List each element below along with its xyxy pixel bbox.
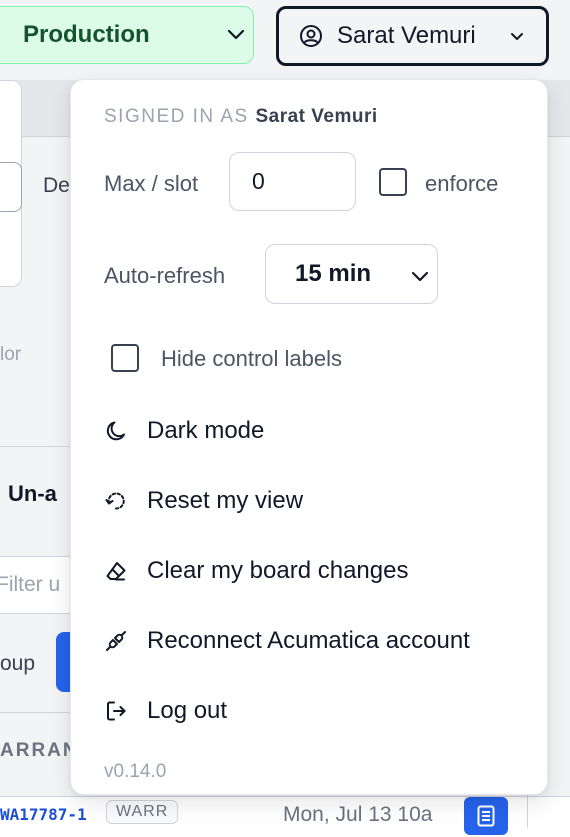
user-name: Sarat Vemuri xyxy=(337,22,476,49)
user-dropdown-menu: SIGNED IN AS Sarat Vemuri Max / slot enf… xyxy=(70,79,548,795)
enforce-label: enforce xyxy=(425,171,499,196)
order-id-link[interactable]: WA17787-1 xyxy=(0,805,87,824)
auto-refresh-value: 15 min xyxy=(295,260,372,287)
auto-refresh-label: Auto-refresh xyxy=(104,263,226,288)
reset-view-icon xyxy=(103,488,129,514)
reset-view-item[interactable]: Reset my view xyxy=(91,476,531,526)
reconnect-acumatica-label: Reconnect Acumatica account xyxy=(147,627,470,654)
background-group-label: oup xyxy=(0,652,36,675)
hide-labels-checkbox[interactable] xyxy=(111,344,139,372)
background-input[interactable] xyxy=(0,162,22,212)
eraser-icon xyxy=(103,558,129,584)
environment-select[interactable]: Production xyxy=(0,6,254,64)
background-label-color: lor xyxy=(0,344,22,365)
auto-refresh-select[interactable]: 15 min xyxy=(265,244,438,304)
document-icon xyxy=(477,805,495,827)
row-date: Mon, Jul 13 10a xyxy=(283,803,433,826)
clear-board-changes-label: Clear my board changes xyxy=(147,557,409,584)
status-badge: WARR xyxy=(106,800,179,824)
log-out-item[interactable]: Log out xyxy=(91,686,531,736)
background-section-heading: ARRAN xyxy=(0,740,79,761)
background-label-de: De xyxy=(43,174,70,197)
user-circle-icon xyxy=(300,25,322,47)
app-version: v0.14.0 xyxy=(104,761,167,782)
enforce-checkbox[interactable] xyxy=(379,168,407,196)
moon-icon xyxy=(103,418,129,444)
signed-in-prefix: SIGNED IN AS xyxy=(104,106,249,127)
environment-label: Production xyxy=(23,21,150,48)
chevron-down-icon xyxy=(411,271,429,282)
max-slot-input[interactable] xyxy=(229,152,356,211)
chevron-down-icon xyxy=(511,33,523,40)
background-filter-placeholder: Filter u xyxy=(0,573,61,596)
logout-icon xyxy=(103,698,129,724)
reset-view-label: Reset my view xyxy=(147,487,304,514)
signed-in-user: Sarat Vemuri xyxy=(255,106,378,127)
hide-labels-label: Hide control labels xyxy=(161,346,342,371)
background-divider xyxy=(0,446,70,447)
clear-board-changes-item[interactable]: Clear my board changes xyxy=(91,546,531,596)
reconnect-acumatica-item[interactable]: Reconnect Acumatica account xyxy=(91,616,531,666)
max-slot-label: Max / slot xyxy=(104,171,199,196)
plug-icon xyxy=(103,628,129,654)
dark-mode-label: Dark mode xyxy=(147,417,265,444)
background-unassigned-heading: Un-a xyxy=(8,481,57,506)
document-button[interactable] xyxy=(464,797,508,835)
log-out-label: Log out xyxy=(147,697,228,724)
dark-mode-item[interactable]: Dark mode xyxy=(91,406,531,456)
signed-in-header: SIGNED IN AS Sarat Vemuri xyxy=(104,106,378,128)
user-menu-button[interactable]: Sarat Vemuri xyxy=(276,6,549,66)
chevron-down-icon xyxy=(227,29,245,40)
background-divider xyxy=(0,712,70,713)
